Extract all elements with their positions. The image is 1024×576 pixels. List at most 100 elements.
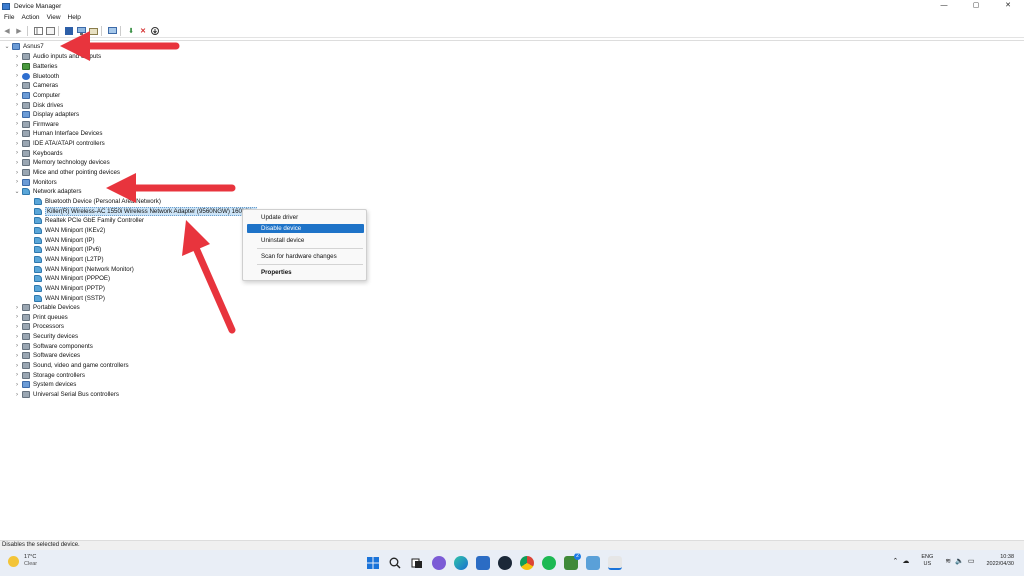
store-icon[interactable]: [476, 556, 490, 570]
tree-category[interactable]: › IDE ATA/ATAPI controllers: [14, 139, 105, 149]
network-adapter-item[interactable]: Killer(R) Wireless-AC 1550i Wireless Net…: [26, 206, 257, 216]
tree-category[interactable]: › Keyboards: [14, 149, 63, 159]
expand-chevron-icon[interactable]: ›: [14, 63, 20, 69]
network-adapter-item[interactable]: Bluetooth Device (Personal Area Network): [26, 197, 161, 207]
chrome-icon[interactable]: [520, 556, 534, 570]
expand-chevron-icon[interactable]: ›: [14, 102, 20, 108]
network-adapter-item[interactable]: WAN Miniport (IP): [26, 235, 95, 245]
back-arrow-icon[interactable]: ◀: [2, 26, 12, 36]
tree-category[interactable]: › Mice and other pointing devices: [14, 168, 120, 178]
expand-chevron-icon[interactable]: ›: [14, 92, 20, 98]
uninstall-device-icon[interactable]: ✕: [138, 26, 148, 36]
network-adapter-item[interactable]: WAN Miniport (IPv6): [26, 245, 101, 255]
tree-category[interactable]: › Batteries: [14, 62, 57, 72]
expand-chevron-icon[interactable]: ›: [14, 324, 20, 330]
task-view-icon[interactable]: [410, 556, 424, 570]
menu-item-update-driver[interactable]: Update driver: [247, 213, 364, 222]
tree-category[interactable]: › Monitors: [14, 177, 57, 187]
update-driver-icon[interactable]: [88, 26, 98, 36]
network-adapter-item[interactable]: WAN Miniport (PPTP): [26, 284, 105, 294]
tree-category[interactable]: ⌄ Network adapters: [14, 187, 82, 197]
tree-category[interactable]: › Bluetooth: [14, 71, 59, 81]
tree-category[interactable]: › Storage controllers: [14, 370, 85, 380]
collapse-chevron-icon[interactable]: ⌄: [14, 188, 20, 195]
forward-arrow-icon[interactable]: ▶: [14, 26, 24, 36]
expand-chevron-icon[interactable]: ›: [14, 73, 20, 79]
tree-category[interactable]: › Disk drives: [14, 100, 63, 110]
computer-icon[interactable]: [76, 26, 86, 36]
tree-root[interactable]: ⌄ Asnus7: [4, 42, 44, 52]
menu-item-uninstall-device[interactable]: Uninstall device: [247, 236, 364, 245]
tree-category[interactable]: › Firmware: [14, 120, 59, 130]
tree-category[interactable]: › Human Interface Devices: [14, 129, 102, 139]
tree-category[interactable]: › Software components: [14, 342, 93, 352]
expand-chevron-icon[interactable]: ›: [14, 54, 20, 60]
tree-category[interactable]: › Sound, video and game controllers: [14, 361, 129, 371]
network-adapter-item[interactable]: WAN Miniport (IKEv2): [26, 226, 105, 236]
chevron-up-icon[interactable]: ⌃: [892, 557, 898, 565]
expand-chevron-icon[interactable]: ›: [14, 372, 20, 378]
expand-chevron-icon[interactable]: ›: [14, 305, 20, 311]
network-adapter-item[interactable]: WAN Miniport (Network Monitor): [26, 264, 134, 274]
expand-chevron-icon[interactable]: ›: [14, 160, 20, 166]
game-icon[interactable]: 2: [564, 553, 581, 570]
weather-widget[interactable]: 17°C Clear: [8, 554, 37, 568]
maximize-button[interactable]: ▢: [960, 0, 992, 12]
expand-chevron-icon[interactable]: ›: [14, 392, 20, 398]
menu-action[interactable]: Action: [21, 14, 39, 21]
menu-item-scan-hardware[interactable]: Scan for hardware changes: [247, 252, 364, 261]
close-button[interactable]: ✕: [992, 0, 1024, 12]
tree-category[interactable]: › Portable Devices: [14, 303, 80, 313]
tree-category[interactable]: › Memory technology devices: [14, 158, 110, 168]
tree-category[interactable]: › Audio inputs and outputs: [14, 52, 101, 62]
disable-device-icon[interactable]: [150, 26, 160, 36]
expand-chevron-icon[interactable]: ›: [14, 343, 20, 349]
properties-icon[interactable]: [45, 26, 55, 36]
expand-chevron-icon[interactable]: ›: [14, 170, 20, 176]
expand-chevron-icon[interactable]: ›: [14, 131, 20, 137]
menu-file[interactable]: File: [4, 14, 14, 21]
menu-item-properties[interactable]: Properties: [247, 268, 364, 277]
expand-chevron-icon[interactable]: ›: [14, 83, 20, 89]
steam-icon[interactable]: [498, 556, 512, 570]
spotify-icon[interactable]: [542, 556, 556, 570]
chat-icon[interactable]: [432, 556, 446, 570]
cloud-icon[interactable]: ☁: [902, 557, 909, 565]
edge-icon[interactable]: [454, 556, 468, 570]
language-indicator[interactable]: ENG US: [921, 554, 933, 568]
expand-chevron-icon[interactable]: ›: [14, 121, 20, 127]
enable-device-icon[interactable]: ⬇: [126, 26, 136, 36]
tree-category[interactable]: › Software devices: [14, 351, 80, 361]
network-adapter-item[interactable]: WAN Miniport (L2TP): [26, 255, 104, 265]
wifi-icon[interactable]: ≋: [945, 557, 951, 565]
tree-category[interactable]: › Cameras: [14, 81, 58, 91]
menu-help[interactable]: Help: [68, 14, 81, 21]
volume-icon[interactable]: 🔈: [955, 557, 964, 565]
screenshot-tool-icon[interactable]: [586, 556, 600, 570]
tree-category[interactable]: › Display adapters: [14, 110, 79, 120]
printer-app-icon[interactable]: [608, 556, 622, 570]
network-adapter-item[interactable]: WAN Miniport (PPPOE): [26, 274, 110, 284]
tree-category[interactable]: › Processors: [14, 322, 64, 332]
network-adapter-item[interactable]: WAN Miniport (SSTP): [26, 293, 105, 303]
search-icon[interactable]: [388, 556, 402, 570]
tree-category[interactable]: › Universal Serial Bus controllers: [14, 390, 119, 400]
menu-view[interactable]: View: [47, 14, 61, 21]
expand-chevron-icon[interactable]: ›: [14, 363, 20, 369]
help-icon[interactable]: [64, 26, 74, 36]
expand-chevron-icon[interactable]: ›: [14, 150, 20, 156]
clock[interactable]: 10:38 2022/04/30: [986, 554, 1014, 568]
show-hide-tree-icon[interactable]: [33, 26, 43, 36]
network-adapter-item[interactable]: Realtek PCIe GbE Family Controller: [26, 216, 144, 226]
expand-chevron-icon[interactable]: ›: [14, 112, 20, 118]
expand-chevron-icon[interactable]: ›: [14, 382, 20, 388]
expand-chevron-icon[interactable]: ›: [14, 353, 20, 359]
expand-chevron-icon[interactable]: ›: [14, 314, 20, 320]
expand-chevron-icon[interactable]: ›: [14, 334, 20, 340]
menu-item-disable-device[interactable]: Disable device: [247, 224, 364, 233]
tree-category[interactable]: › System devices: [14, 380, 76, 390]
tree-category[interactable]: › Security devices: [14, 332, 78, 342]
scan-hardware-icon[interactable]: [107, 26, 117, 36]
expand-chevron-icon[interactable]: ›: [14, 179, 20, 185]
minimize-button[interactable]: —: [928, 0, 960, 12]
